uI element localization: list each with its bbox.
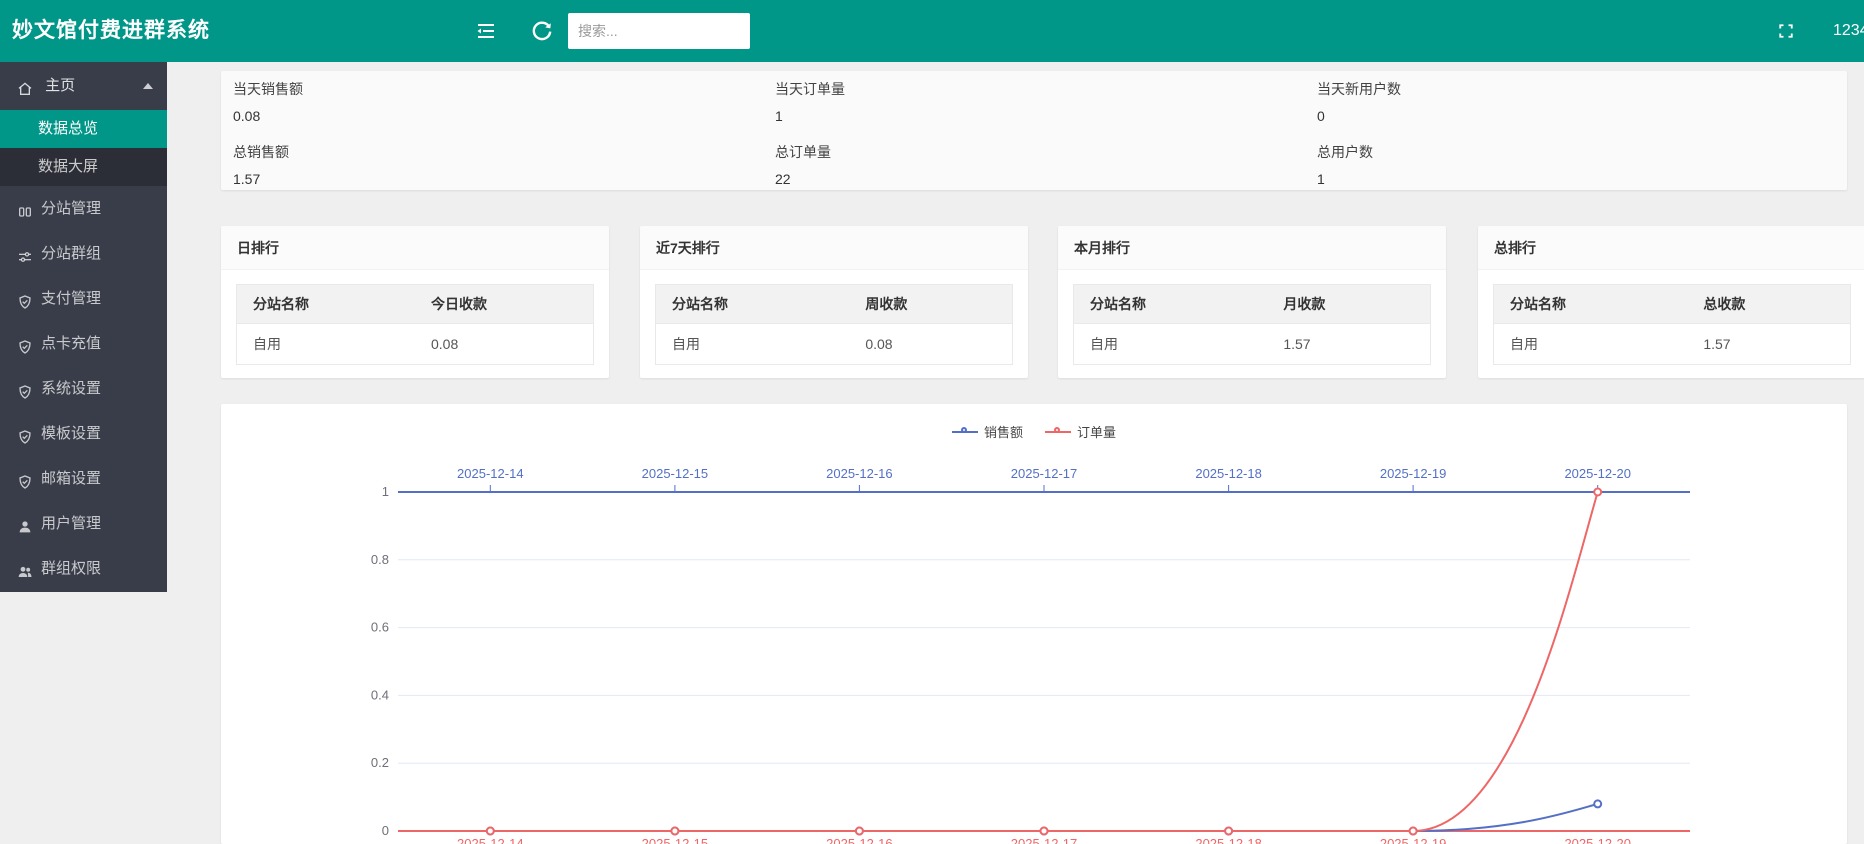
ranking-table: 分站名称月收款 自用1.57 <box>1073 284 1431 365</box>
sales-orders-chart[interactable]: 0 0.2 0.4 0.6 0.8 1 2025-12-14 2025-12-15 2025-1… <box>221 404 1847 844</box>
svg-text:0: 0 <box>382 823 389 838</box>
svg-text:2025-12-14: 2025-12-14 <box>457 466 524 481</box>
svg-text:2025-12-19: 2025-12-19 <box>1380 466 1447 481</box>
shield-check-icon <box>17 369 35 414</box>
sidebar-item-substation-groups[interactable]: 分站群组 <box>0 231 167 276</box>
svg-text:0.4: 0.4 <box>371 687 389 702</box>
svg-text:2025-12-14: 2025-12-14 <box>457 836 524 844</box>
table-row: 自用0.08 <box>656 324 1013 365</box>
home-icon <box>17 65 35 113</box>
legend-line-glyph <box>952 431 978 433</box>
card-title: 本月排行 <box>1058 226 1446 270</box>
svg-text:1: 1 <box>382 484 389 499</box>
svg-text:2025-12-16: 2025-12-16 <box>826 466 893 481</box>
card-title: 日排行 <box>221 226 609 270</box>
table-row: 自用1.57 <box>1494 324 1851 365</box>
ranking-card-month: 本月排行 分站名称月收款 自用1.57 <box>1058 226 1446 378</box>
sales-orders-chart-card: 销售额 订单量 0 0.2 0.4 0.6 0.8 1 2025-12-14 2025-12-… <box>221 404 1847 844</box>
sidebar-item-card-recharge[interactable]: 点卡充值 <box>0 321 167 366</box>
svg-text:2025-12-15: 2025-12-15 <box>642 466 709 481</box>
stat-value: 1 <box>775 108 1305 124</box>
card-title: 总排行 <box>1478 226 1864 270</box>
ranking-card-daily: 日排行 分站名称今日收款 自用0.08 <box>221 226 609 378</box>
stat-value: 1.57 <box>233 171 763 187</box>
ranking-card-week: 近7天排行 分站名称周收款 自用0.08 <box>640 226 1028 378</box>
svg-text:2025-12-19: 2025-12-19 <box>1380 836 1447 844</box>
sidebar-item-home[interactable]: 主页 <box>0 62 167 110</box>
svg-text:0.6: 0.6 <box>371 620 389 635</box>
collapse-menu-icon[interactable] <box>474 19 498 43</box>
table-row: 自用0.08 <box>237 324 594 365</box>
stat-col-users: 当天新用户数 0 总用户数 1 <box>1305 71 1847 190</box>
refresh-icon[interactable] <box>530 19 554 43</box>
stat-label: 当天订单量 <box>775 81 1305 97</box>
svg-text:2025-12-17: 2025-12-17 <box>1011 836 1078 844</box>
sidebar-item-substation-manage[interactable]: 分站管理 <box>0 186 167 231</box>
svg-text:2025-12-18: 2025-12-18 <box>1195 836 1262 844</box>
stat-label: 当天新用户数 <box>1317 81 1847 97</box>
legend-item-sales[interactable]: 销售额 <box>952 422 1023 441</box>
svg-text:2025-12-15: 2025-12-15 <box>642 836 709 844</box>
admin-dashboard: 妙文馆付费进群系统 12345 <box>0 0 1864 844</box>
sidebar-item-template-settings[interactable]: 模板设置 <box>0 411 167 456</box>
sidebar-item-payment-manage[interactable]: 支付管理 <box>0 276 167 321</box>
username-menu[interactable]: 12345 <box>1833 0 1864 62</box>
users-icon <box>17 549 35 594</box>
app-title: 妙文馆付费进群系统 <box>12 0 210 62</box>
sidebar-item-label: 主页 <box>45 77 75 94</box>
shield-check-icon <box>17 324 35 369</box>
stat-value: 0 <box>1317 108 1847 124</box>
sidebar-item-data-screen[interactable]: 数据大屏 <box>0 148 167 186</box>
sidebar-item-system-settings[interactable]: 系统设置 <box>0 366 167 411</box>
chevron-up-icon <box>143 83 153 89</box>
table-row: 自用1.57 <box>1074 324 1431 365</box>
sliders-icon <box>17 234 35 279</box>
svg-text:0.8: 0.8 <box>371 552 389 567</box>
sidebar-submenu-home: 数据总览 数据大屏 <box>0 110 167 186</box>
svg-text:2025-12-18: 2025-12-18 <box>1195 466 1262 481</box>
stat-value: 0.08 <box>233 108 763 124</box>
stat-label: 总销售额 <box>233 144 763 160</box>
stats-summary-card: 当天销售额 0.08 总销售额 1.57 当天订单量 1 总订单量 22 当天新… <box>221 71 1847 190</box>
ranking-table: 分站名称总收款 自用1.57 <box>1493 284 1851 365</box>
shield-check-icon <box>17 459 35 504</box>
svg-text:0.2: 0.2 <box>371 755 389 770</box>
legend-item-orders[interactable]: 订单量 <box>1045 422 1116 441</box>
shield-check-icon <box>17 414 35 459</box>
top-header-bar: 妙文馆付费进群系统 12345 <box>0 0 1864 62</box>
svg-text:2025-12-17: 2025-12-17 <box>1011 466 1078 481</box>
chart-legend: 销售额 订单量 <box>221 422 1847 441</box>
card-title: 近7天排行 <box>640 226 1028 270</box>
shield-check-icon <box>17 279 35 324</box>
svg-text:2025-12-16: 2025-12-16 <box>826 836 893 844</box>
svg-text:2025-12-20: 2025-12-20 <box>1564 836 1631 844</box>
sidebar-item-group-permissions[interactable]: 群组权限 <box>0 546 167 591</box>
stat-value: 1 <box>1317 171 1847 187</box>
search-input[interactable] <box>568 13 750 49</box>
ranking-card-total: 总排行 分站名称总收款 自用1.57 <box>1478 226 1864 378</box>
fullscreen-icon[interactable] <box>1776 21 1796 41</box>
columns-icon <box>17 189 35 234</box>
user-icon <box>17 504 35 549</box>
stat-label: 总用户数 <box>1317 144 1847 160</box>
svg-text:2025-12-20: 2025-12-20 <box>1564 466 1631 481</box>
stat-label: 当天销售额 <box>233 81 763 97</box>
ranking-table: 分站名称周收款 自用0.08 <box>655 284 1013 365</box>
stat-col-sales: 当天销售额 0.08 总销售额 1.57 <box>221 71 763 190</box>
stat-value: 22 <box>775 171 1305 187</box>
sidebar-item-data-overview[interactable]: 数据总览 <box>0 110 167 148</box>
legend-line-glyph <box>1045 431 1071 433</box>
sidebar-item-user-manage[interactable]: 用户管理 <box>0 501 167 546</box>
ranking-table: 分站名称今日收款 自用0.08 <box>236 284 594 365</box>
stat-col-orders: 当天订单量 1 总订单量 22 <box>763 71 1305 190</box>
stat-label: 总订单量 <box>775 144 1305 160</box>
sidebar-nav: 主页 数据总览 数据大屏 分站管理 分站群 <box>0 62 167 592</box>
sidebar-item-email-settings[interactable]: 邮箱设置 <box>0 456 167 501</box>
